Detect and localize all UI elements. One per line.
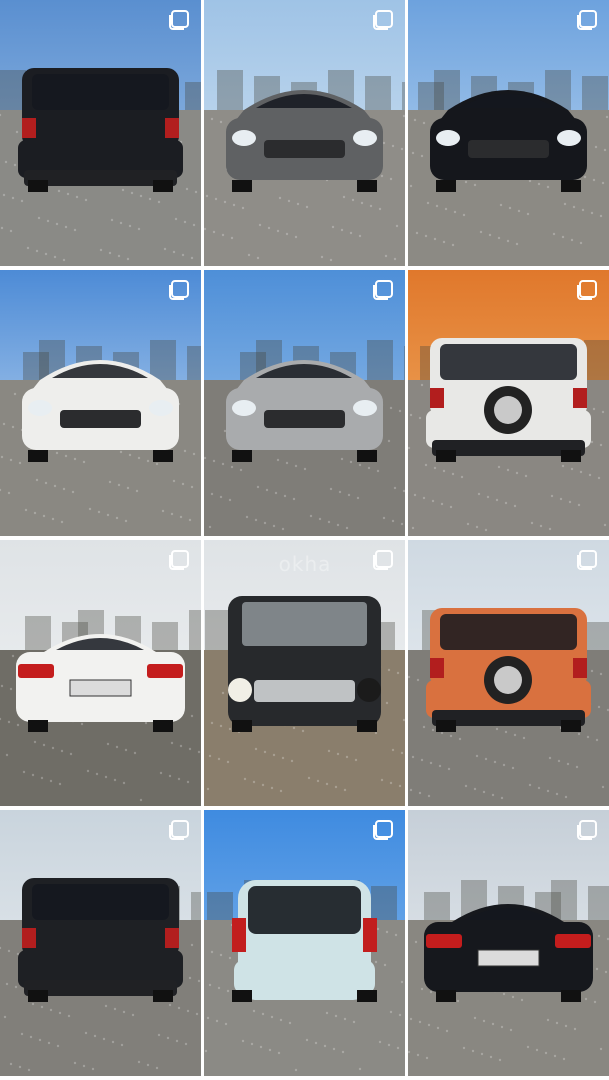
multiple-photos-icon bbox=[574, 819, 598, 843]
multiple-photos-icon bbox=[166, 819, 190, 843]
multiple-photos-icon bbox=[574, 279, 598, 303]
grid-post-4[interactable] bbox=[0, 270, 201, 536]
grid-post-1[interactable] bbox=[0, 0, 201, 266]
multiple-photos-icon bbox=[370, 9, 394, 33]
post-photo bbox=[204, 540, 405, 806]
grid-post-9[interactable] bbox=[408, 540, 609, 806]
post-photo bbox=[0, 810, 201, 1076]
post-photo bbox=[408, 270, 609, 536]
grid-post-5[interactable] bbox=[204, 270, 405, 536]
multiple-photos-icon bbox=[370, 549, 394, 573]
post-photo bbox=[408, 540, 609, 806]
multiple-photos-icon bbox=[574, 9, 598, 33]
grid-post-10[interactable] bbox=[0, 810, 201, 1076]
multiple-photos-icon bbox=[574, 549, 598, 573]
post-photo bbox=[204, 810, 405, 1076]
post-photo bbox=[204, 270, 405, 536]
photo-grid bbox=[0, 0, 609, 1080]
grid-post-3[interactable] bbox=[408, 0, 609, 266]
grid-post-11[interactable] bbox=[204, 810, 405, 1076]
post-photo bbox=[204, 0, 405, 266]
grid-post-6[interactable] bbox=[408, 270, 609, 536]
post-photo bbox=[0, 540, 201, 806]
multiple-photos-icon bbox=[370, 279, 394, 303]
post-photo bbox=[0, 270, 201, 536]
multiple-photos-icon bbox=[166, 9, 190, 33]
grid-post-8[interactable] bbox=[204, 540, 405, 806]
post-photo bbox=[408, 810, 609, 1076]
multiple-photos-icon bbox=[370, 819, 394, 843]
post-photo bbox=[0, 0, 201, 266]
grid-post-2[interactable] bbox=[204, 0, 405, 266]
post-photo bbox=[408, 0, 609, 266]
multiple-photos-icon bbox=[166, 549, 190, 573]
grid-post-12[interactable] bbox=[408, 810, 609, 1076]
grid-post-7[interactable] bbox=[0, 540, 201, 806]
multiple-photos-icon bbox=[166, 279, 190, 303]
